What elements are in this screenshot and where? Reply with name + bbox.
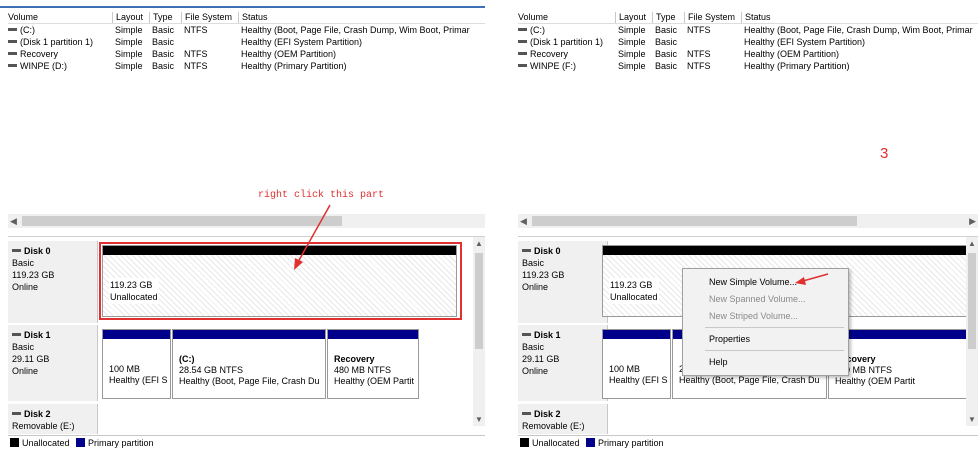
right-screenshot-panel: Volume Layout Type File System Status (C… [510, 0, 978, 450]
annotation-arrow [795, 273, 829, 285]
annotation-arrow [294, 204, 331, 270]
panel-gap [485, 0, 510, 450]
left-screenshot-panel: Volume Layout Type File System Status (C… [0, 0, 485, 450]
